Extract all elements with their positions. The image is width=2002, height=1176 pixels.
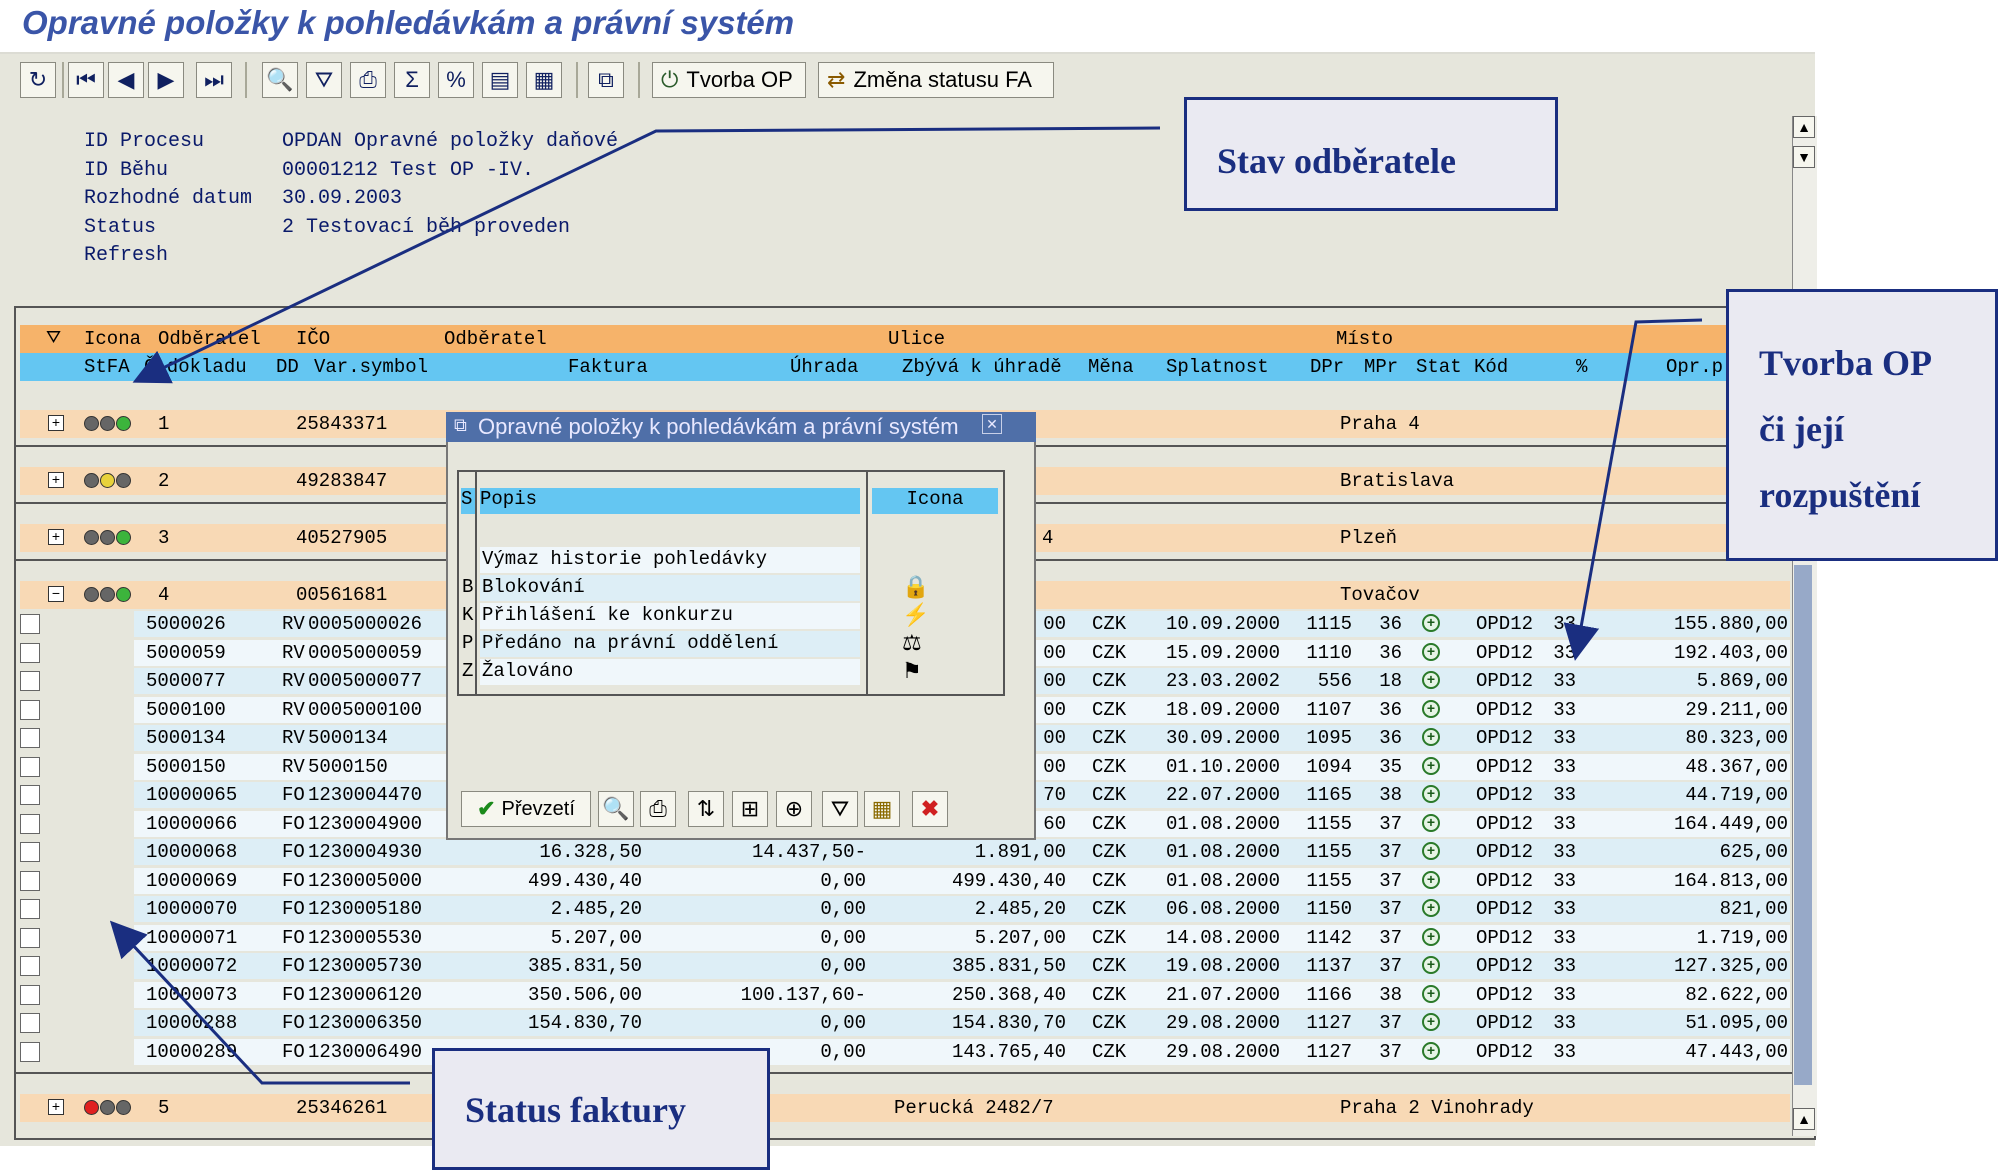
callout-stav-odberatele: Stav odběratele bbox=[1184, 97, 1558, 211]
callout-status-faktury: Status faktury bbox=[432, 1048, 770, 1170]
annotation-arrows bbox=[109, 126, 1703, 1085]
callout-stav-text: Stav odběratele bbox=[1217, 141, 1456, 181]
callout-tvorba-line-1: Tvorba OP bbox=[1759, 343, 1933, 383]
callout-tvorba-line-3: rozpuštění bbox=[1759, 475, 1921, 515]
callout-status-text: Status faktury bbox=[465, 1090, 687, 1130]
callout-tvorba-line-2: či její bbox=[1759, 409, 1844, 449]
tvorba-arrow bbox=[1563, 318, 1703, 661]
callout-tvorba-op: Tvorba OP či její rozpuštění bbox=[1726, 289, 1998, 561]
status-arrow bbox=[109, 920, 410, 1085]
stav-arrow bbox=[132, 126, 1161, 384]
